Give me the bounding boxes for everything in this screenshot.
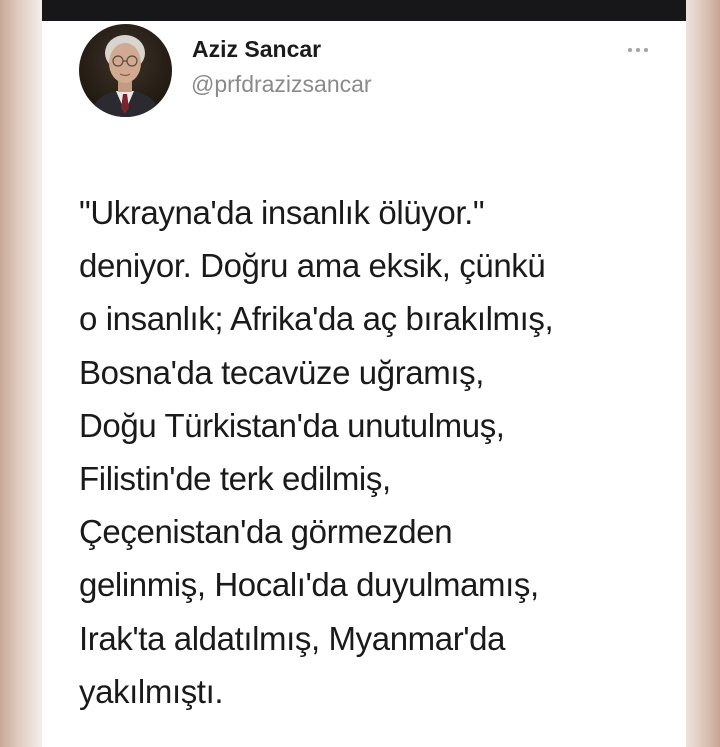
tweet-card: Aziz Sancar @prfdrazizsancar "Ukrayna'da… bbox=[42, 21, 686, 747]
tweet-line: deniyor. Doğru ama eksik, çünkü bbox=[79, 247, 546, 285]
tweet-text: "Ukrayna'da insanlık ölüyor." deniyor. D… bbox=[79, 186, 674, 718]
ellipsis-icon bbox=[636, 48, 640, 52]
author-name[interactable]: Aziz Sancar bbox=[192, 36, 321, 63]
profile-photo-icon bbox=[79, 24, 172, 117]
tweet-line: Doğu Türkistan'da unutulmuş, bbox=[79, 406, 505, 444]
tweet-line: Irak'ta aldatılmış, Myanmar'da bbox=[79, 619, 506, 657]
tweet-line: "Ukrayna'da insanlık ölüyor." bbox=[79, 194, 485, 231]
tweet-line: yakılmıştı. bbox=[79, 672, 224, 710]
tweet-line: Çeçenistan'da görmezden bbox=[79, 513, 453, 551]
avatar[interactable] bbox=[79, 24, 172, 117]
tweet-line: Filistin'de terk edilmiş, bbox=[79, 459, 391, 497]
author-handle[interactable]: @prfdrazizsancar bbox=[191, 71, 372, 98]
tweet-line: gelinmiş, Hocalı'da duyulmamış, bbox=[79, 566, 539, 604]
tweet-line: o insanlık; Afrika'da aç bırakılmış, bbox=[79, 300, 554, 338]
ellipsis-icon bbox=[644, 48, 648, 52]
more-options-button[interactable] bbox=[618, 37, 658, 63]
tweet-line: Bosna'da tecavüze uğramış, bbox=[79, 353, 484, 391]
top-bar bbox=[42, 0, 686, 21]
ellipsis-icon bbox=[628, 48, 632, 52]
